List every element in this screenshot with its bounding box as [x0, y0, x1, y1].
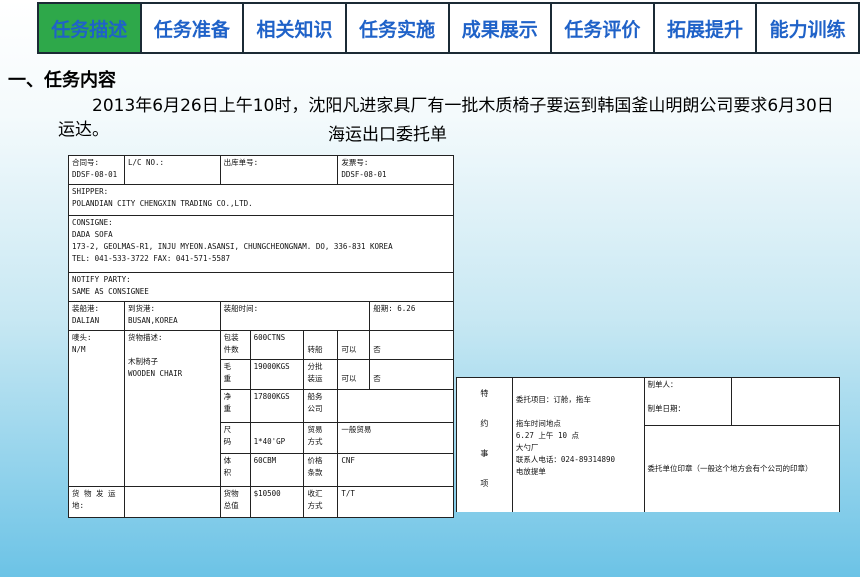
price-value-cell: CNF — [337, 453, 454, 488]
size-label-cell: 尺码 — [219, 422, 251, 455]
transship-not-cell: 否 — [369, 329, 454, 360]
settle-label-cell: 收汇 方式 — [303, 486, 339, 518]
tab-bar: 任务描述 任务准备 相关知识 任务实施 成果展示 任务评价 拓展提升 能力训练 — [37, 2, 860, 54]
pol-cell: 装船港: DALIAN — [68, 300, 125, 331]
trade-value-cell: 一般贸易 — [337, 422, 454, 455]
delivery-no-cell: 出库单号: — [219, 155, 339, 185]
tab-task-description[interactable]: 任务描述 — [39, 4, 140, 52]
gross-value-cell: 19000KGS — [249, 358, 305, 391]
price-label-cell: 价格 条款 — [303, 453, 339, 488]
ship-co-value-cell — [337, 389, 454, 424]
goods-addr-label-cell: 货 物 发 运地: — [68, 486, 125, 518]
tab-ability-training[interactable]: 能力训练 — [757, 4, 858, 52]
partial-label-cell: 分批 装运 — [303, 358, 339, 391]
special-terms-label-cell: 特 约 事 项 — [456, 377, 513, 512]
volume-label-cell: 体积 — [219, 453, 251, 488]
pod-cell: 到货港: BUSAN,KOREA — [123, 300, 221, 331]
tab-related-knowledge[interactable]: 相关知识 — [244, 4, 345, 52]
shipping-entrust-form: 合同号: DDSF-08-01 L/C NO.: 出库单号: 发票号: DDSF-0… — [68, 155, 454, 518]
goods-desc-cell: 货物描述: 木制椅子 WOODEN CHAIR — [123, 329, 221, 488]
size-value-cell: 1*40'GP — [249, 422, 305, 455]
maker-cell: 制单人： 制单日期： — [643, 377, 733, 426]
special-terms-table: 特 约 事 项 委托项目：订舱，拖车 拖车时间地点 6.27 上午 10 点 大… — [456, 377, 840, 512]
transship-allowed-cell: 可以 — [337, 329, 371, 360]
tab-extension[interactable]: 拓展提升 — [654, 4, 756, 52]
partial-not-cell: 否 — [369, 358, 454, 391]
special-terms-form: 特 约 事 项 委托项目：订舱，拖车 拖车时间地点 6.27 上午 10 点 大… — [456, 377, 840, 512]
task-paragraph: 2013年6月26日上午10时，沈阳凡进家具厂有一批木质椅子要运到韩国釜山明朗公… — [58, 96, 834, 140]
consignee-cell: CONSIGNE: DADA SOFA 173-2, GEOLMAS-R1, INJ… — [68, 214, 454, 274]
tab-task-implementation[interactable]: 任务实施 — [346, 4, 448, 52]
net-value-cell: 17800KGS — [249, 389, 305, 424]
contract-no-cell: 合同号: DDSF-08-01 — [68, 155, 125, 185]
value-value-cell: $10500 — [249, 486, 305, 518]
volume-value-cell: 60CBM — [249, 453, 305, 488]
seal-cell: 委托单位印章（一般这个地方会有个公司的印章） — [643, 425, 840, 512]
shipper-cell: SHIPPER: POLANDIAN CITY CHENGXIN TRADING … — [68, 183, 454, 216]
ship-co-label-cell: 船务 公司 — [303, 389, 339, 424]
entrust-details-cell: 委托项目：订舱，拖车 拖车时间地点 6.27 上午 10 点 大勺厂 联系人电话… — [511, 377, 645, 512]
section-title: 一、任务内容 — [8, 70, 116, 91]
form-caption: 海运出口委托单 — [328, 125, 447, 145]
vessel-cell: 船期: 6.26 — [369, 300, 454, 331]
marks-cell: 唛头: N/M — [68, 329, 125, 488]
settle-value-cell: T/T — [337, 486, 454, 518]
partial-allowed-cell: 可以 — [337, 358, 371, 391]
tab-task-evaluation[interactable]: 任务评价 — [552, 4, 653, 52]
pkg-label-cell: 包装 件数 — [219, 329, 251, 360]
form-table: 合同号: DDSF-08-01 L/C NO.: 出库单号: 发票号: DDSF-0… — [68, 155, 454, 518]
net-label-cell: 净重 — [219, 389, 251, 424]
value-label-cell: 货物 总值 — [219, 486, 251, 518]
transship-label-cell: 转船 — [303, 329, 339, 360]
trade-label-cell: 贸易 方式 — [303, 422, 339, 455]
notify-party-cell: NOTIFY PARTY: SAME AS CONSIGNEE — [68, 272, 454, 302]
invoice-no-cell: 发票号: DDSF-08-01 — [337, 155, 454, 185]
tab-results-display[interactable]: 成果展示 — [449, 4, 551, 52]
goods-addr-value-cell — [123, 486, 221, 518]
tab-task-preparation[interactable]: 任务准备 — [141, 4, 243, 52]
ship-time-cell: 装船时间: — [219, 300, 371, 331]
lc-no-cell: L/C NO.: — [123, 155, 221, 185]
maker-value-cell — [731, 377, 840, 426]
pkg-value-cell: 600CTNS — [249, 329, 305, 360]
gross-label-cell: 毛重 — [219, 358, 251, 391]
